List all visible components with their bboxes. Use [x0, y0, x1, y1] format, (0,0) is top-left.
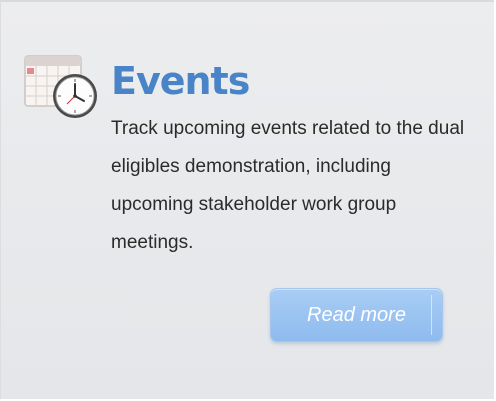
events-card: Events Track upcoming events related to …	[0, 0, 494, 399]
read-more-label: Read more	[307, 304, 406, 326]
card-description: Track upcoming events related to the dua…	[111, 118, 465, 253]
read-more-button[interactable]: Read more	[270, 288, 443, 342]
calendar-clock-icon	[24, 55, 97, 118]
button-divider	[431, 295, 432, 335]
card-title: Events	[111, 59, 250, 103]
